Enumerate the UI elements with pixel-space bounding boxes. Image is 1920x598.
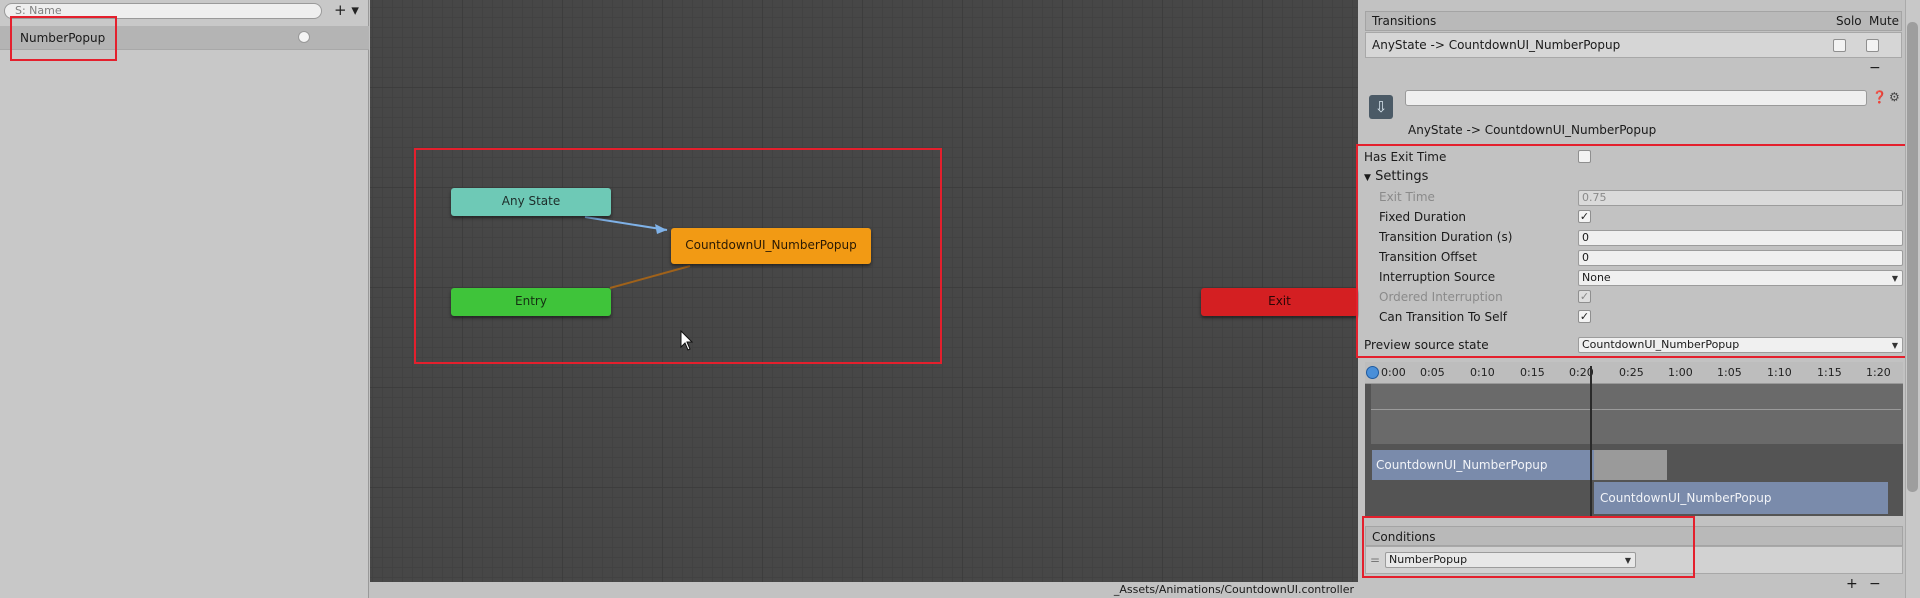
add-parameter-button[interactable]: + ▾: [334, 2, 362, 20]
transition-marker[interactable]: [1590, 366, 1592, 516]
parameter-trigger-toggle[interactable]: [298, 31, 310, 43]
highlight-box-conditions: [1362, 516, 1695, 578]
transition-row-label: AnyState -> CountdownUI_NumberPopup: [1372, 38, 1621, 52]
inspector-title: AnyState -> CountdownUI_NumberPopup: [1408, 123, 1657, 137]
remove-transition-button[interactable]: −: [1869, 60, 1881, 76]
parameters-panel: [0, 0, 369, 598]
transition-blend-bar[interactable]: [1594, 450, 1667, 480]
playhead-handle-icon[interactable]: [1366, 366, 1379, 379]
tick-label: 0:10: [1470, 366, 1495, 379]
transitions-title: Transitions: [1372, 14, 1437, 28]
transition-icon: ⇩: [1369, 95, 1393, 119]
destination-clip-bar[interactable]: CountdownUI_NumberPopup: [1594, 482, 1888, 514]
solo-label: Solo: [1836, 14, 1862, 28]
timeline-curve-area: [1371, 384, 1903, 444]
mute-label: Mute: [1869, 14, 1900, 28]
add-condition-button[interactable]: +: [1846, 576, 1858, 592]
tick-label: 1:20: [1866, 366, 1891, 379]
highlight-box-parameter: [10, 16, 117, 61]
transitions-header: [1365, 11, 1902, 31]
source-clip-bar[interactable]: CountdownUI_NumberPopup: [1372, 450, 1594, 480]
exit-node[interactable]: Exit: [1201, 288, 1358, 316]
scrollbar-thumb[interactable]: [1907, 22, 1918, 492]
tick-label: 0:15: [1520, 366, 1545, 379]
tick-label: 1:10: [1767, 366, 1792, 379]
timeline-curve-line: [1371, 409, 1901, 410]
tick-label: 1:05: [1717, 366, 1742, 379]
help-icon[interactable]: ❓: [1872, 90, 1887, 104]
tick-label: 1:00: [1668, 366, 1693, 379]
highlight-box-graph: [414, 148, 942, 364]
tick-label: 0:00: [1381, 366, 1406, 379]
tick-label: 0:25: [1619, 366, 1644, 379]
gear-icon[interactable]: ⚙: [1889, 90, 1900, 104]
solo-checkbox[interactable]: [1833, 39, 1846, 52]
remove-condition-button[interactable]: −: [1869, 576, 1881, 592]
highlight-box-settings: [1356, 144, 1913, 358]
cursor-icon: [680, 330, 694, 351]
transition-name-input[interactable]: [1405, 90, 1867, 106]
mute-checkbox[interactable]: [1866, 39, 1879, 52]
tick-label: 0:05: [1420, 366, 1445, 379]
tick-label: 1:15: [1817, 366, 1842, 379]
asset-path-status: _Assets/Animations/CountdownUI.controlle…: [370, 582, 1358, 598]
